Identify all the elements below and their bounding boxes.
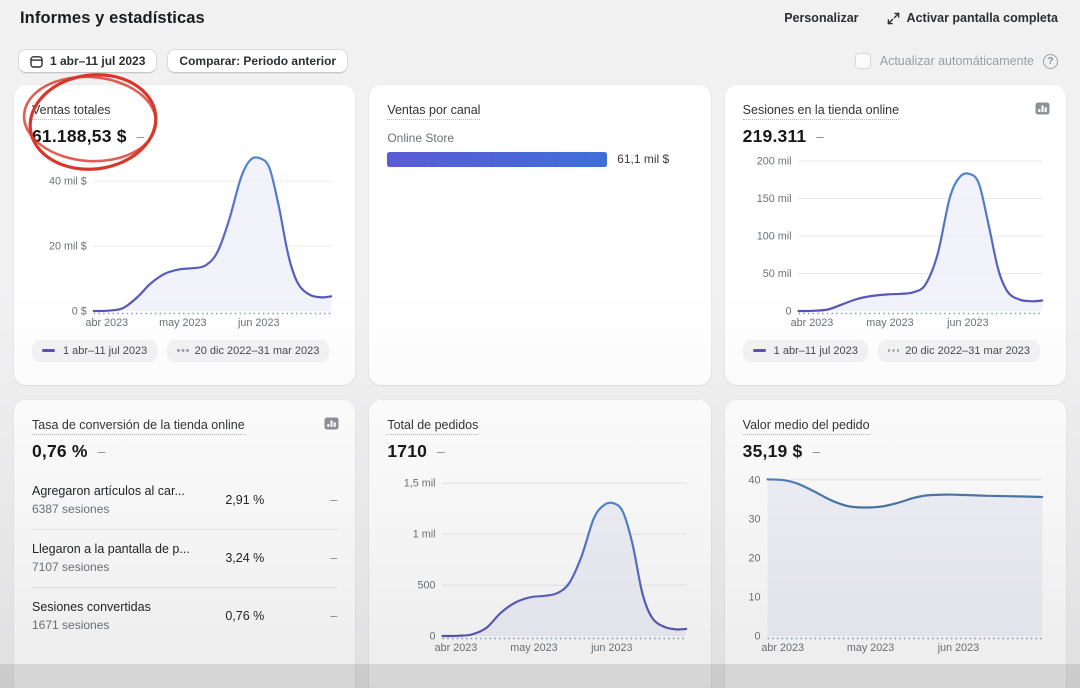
date-range-button[interactable]: 1 abr–11 jul 2023 [18, 49, 157, 73]
top-actions: Personalizar Activar pantalla completa [784, 9, 1058, 27]
svg-text:0: 0 [785, 305, 791, 317]
svg-text:0 $: 0 $ [72, 305, 87, 317]
orders-value: 1710 [387, 441, 427, 462]
sessions-chart: 200 mil 150 mil 100 mil 50 mil 0abr 2023 may … [743, 149, 1048, 331]
svg-text:40 mil $: 40 mil $ [49, 175, 87, 187]
svg-text:abr 2023: abr 2023 [790, 317, 833, 329]
date-range-label: 1 abr–11 jul 2023 [50, 54, 145, 68]
card-average-order-value: Valor medio del pedido 35,19 $ – 40 30 20 1… [725, 400, 1066, 688]
conversion-funnel: Agregaron artículos al car... 6387 sesio… [32, 472, 337, 645]
legend-current-chip: 1 abr–11 jul 2023 [32, 340, 157, 362]
chart-legend: 1 abr–11 jul 2023 20 dic 2022–31 mar 202… [743, 340, 1048, 362]
channel-bar-value: 61,1 mil $ [617, 152, 669, 166]
auto-refresh-label: Actualizar automáticamente [880, 54, 1034, 68]
cards-grid: Ventas totales 61.188,53 $ – 40 mil $ 20 … [14, 85, 1066, 688]
reports-dashboard: Informes y estadísticas Personalizar Act… [0, 0, 1080, 688]
svg-text:jun 2023: jun 2023 [946, 317, 988, 329]
svg-text:1 mil: 1 mil [413, 528, 436, 540]
card-sales-by-channel: Ventas por canal Online Store 61,1 mil $ [369, 85, 710, 385]
chart-legend: 1 abr–11 jul 2023 20 dic 2022–31 mar 202… [32, 340, 337, 362]
total-sales-value: 61.188,53 $ [32, 126, 127, 147]
aov-delta: – [812, 444, 820, 459]
svg-text:abr 2023: abr 2023 [86, 317, 129, 329]
funnel-row-reached-checkout: Llegaron a la pantalla de p... 7107 sesi… [32, 529, 337, 587]
svg-text:jun 2023: jun 2023 [936, 642, 978, 654]
solid-line-icon [753, 349, 766, 352]
conversion-value: 0,76 % [32, 441, 88, 462]
top-bar: Informes y estadísticas Personalizar Act… [20, 5, 1058, 31]
conversion-title[interactable]: Tasa de conversión de la tienda online [32, 418, 245, 435]
aov-chart: 40 30 20 10 0abr 2023 may 2023 jun 2023 [743, 464, 1048, 656]
legend-previous-chip: 20 dic 2022–31 mar 2023 [167, 340, 329, 362]
sessions-title[interactable]: Sesiones en la tienda online [743, 103, 899, 120]
svg-text:500: 500 [418, 579, 436, 591]
svg-text:may 2023: may 2023 [159, 317, 206, 329]
funnel-row-added-to-cart: Agregaron artículos al car... 6387 sesio… [32, 472, 337, 529]
aov-title[interactable]: Valor medio del pedido [743, 418, 870, 435]
orders-delta: – [437, 444, 445, 459]
conversion-delta: – [98, 444, 106, 459]
dotted-line-icon [888, 349, 890, 351]
sessions-delta: – [816, 129, 824, 144]
bar-chart-icon [1035, 102, 1050, 115]
svg-text:50 mil: 50 mil [762, 268, 791, 280]
fullscreen-label: Activar pantalla completa [907, 11, 1058, 25]
total-sales-chart: 40 mil $ 20 mil $ 0 $abr 2023 may 2023 jun 2… [32, 149, 337, 331]
total-sales-delta: – [137, 129, 145, 144]
orders-chart: 1,5 mil 1 mil 500 0abr 2023 may 2023 jun 2023 [387, 464, 692, 656]
svg-text:100 mil: 100 mil [756, 230, 791, 242]
solid-line-icon [42, 349, 55, 352]
svg-text:may 2023: may 2023 [846, 642, 893, 654]
svg-text:jun 2023: jun 2023 [590, 642, 632, 654]
auto-refresh-control: Actualizar automáticamente [855, 53, 1058, 69]
sessions-chart-type-button[interactable] [1035, 102, 1050, 115]
legend-previous-chip: 20 dic 2022–31 mar 2023 [878, 340, 1040, 362]
orders-title[interactable]: Total de pedidos [387, 418, 478, 435]
svg-text:20: 20 [748, 552, 760, 564]
toolbar: 1 abr–11 jul 2023 Comparar: Periodo ante… [18, 48, 1058, 74]
calendar-icon [30, 55, 43, 68]
svg-text:0: 0 [430, 630, 436, 642]
svg-text:may 2023: may 2023 [866, 317, 913, 329]
sales-by-channel-title[interactable]: Ventas por canal [387, 103, 480, 120]
bar-chart-icon [324, 417, 339, 430]
total-sales-title[interactable]: Ventas totales [32, 103, 111, 120]
card-total-sales: Ventas totales 61.188,53 $ – 40 mil $ 20 … [14, 85, 355, 385]
card-total-orders: Total de pedidos 1710 – 1,5 mil 1 mil 500 0… [369, 400, 710, 688]
fullscreen-button[interactable]: Activar pantalla completa [887, 9, 1058, 27]
svg-text:jun 2023: jun 2023 [237, 317, 279, 329]
svg-text:0: 0 [754, 630, 760, 642]
card-sessions: Sesiones en la tienda online 219.311 – 2… [725, 85, 1066, 385]
svg-text:200 mil: 200 mil [756, 155, 791, 167]
dotted-line-icon [177, 349, 179, 351]
legend-current-chip: 1 abr–11 jul 2023 [743, 340, 868, 362]
svg-text:may 2023: may 2023 [511, 642, 558, 654]
funnel-row-converted: Sesiones convertidas 1671 sesiones 0,76 … [32, 587, 337, 645]
channel-bar [387, 152, 607, 167]
sessions-value: 219.311 [743, 126, 807, 147]
svg-text:abr 2023: abr 2023 [435, 642, 478, 654]
compare-button[interactable]: Comparar: Periodo anterior [167, 49, 348, 73]
conversion-chart-type-button[interactable] [324, 417, 339, 430]
card-conversion-rate: Tasa de conversión de la tienda online 0… [14, 400, 355, 688]
compare-label: Comparar: Periodo anterior [179, 54, 336, 68]
svg-text:20 mil $: 20 mil $ [49, 240, 87, 252]
aov-value: 35,19 $ [743, 441, 803, 462]
svg-text:1,5 mil: 1,5 mil [404, 477, 436, 489]
svg-text:10: 10 [748, 591, 760, 603]
svg-text:40: 40 [748, 474, 760, 486]
personalize-label: Personalizar [784, 11, 858, 25]
channel-label: Online Store [387, 131, 692, 145]
auto-refresh-checkbox[interactable] [855, 53, 871, 69]
personalize-button[interactable]: Personalizar [784, 9, 858, 27]
fullscreen-icon [887, 12, 900, 25]
svg-text:abr 2023: abr 2023 [761, 642, 804, 654]
svg-text:150 mil: 150 mil [756, 193, 791, 205]
page-title: Informes y estadísticas [20, 9, 205, 28]
svg-text:30: 30 [748, 513, 760, 525]
help-icon[interactable] [1043, 54, 1058, 69]
